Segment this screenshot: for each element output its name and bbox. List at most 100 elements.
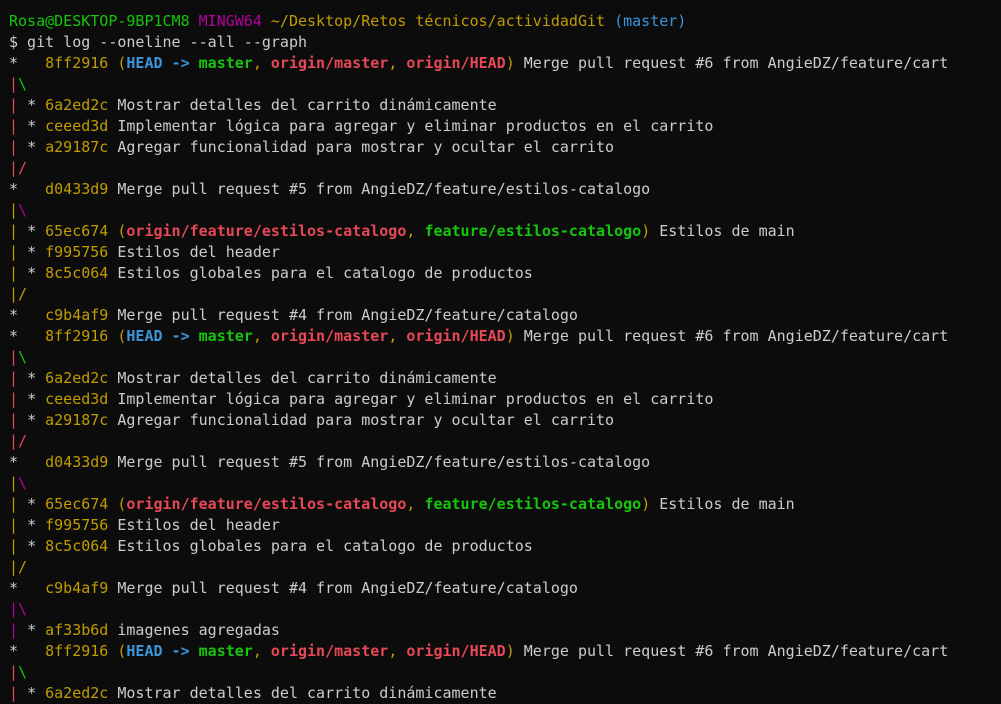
log-graph-line: |\ bbox=[0, 74, 1001, 95]
log-commit-line: * 8ff2916 (HEAD -> master, origin/master… bbox=[0, 53, 1001, 74]
ref-close-paren: ) bbox=[505, 642, 515, 660]
commit-hash: ceeed3d bbox=[45, 117, 109, 135]
log-commit-line: | * a29187c Agregar funcionalidad para m… bbox=[0, 137, 1001, 158]
log-commit-line: * 8ff2916 (HEAD -> master, origin/master… bbox=[0, 326, 1001, 347]
terminal-window[interactable]: Rosa@DESKTOP-9BP1CM8 MINGW64 ~/Desktop/R… bbox=[0, 0, 1001, 704]
graph-segment: \ bbox=[18, 663, 28, 681]
graph-segment: * bbox=[27, 516, 46, 534]
ref-label: -> bbox=[162, 642, 199, 660]
graph-segment: \ bbox=[18, 201, 28, 219]
log-graph-line: |\ bbox=[0, 599, 1001, 620]
commit-message: imagenes agregadas bbox=[117, 621, 280, 639]
commit-message: Implementar lógica para agregar y elimin… bbox=[117, 117, 714, 135]
commit-message: Mostrar detalles del carrito dinámicamen… bbox=[117, 96, 497, 114]
prompt-user-host: Rosa@DESKTOP-9BP1CM8 bbox=[9, 12, 190, 30]
log-commit-line: * c9b4af9 Merge pull request #4 from Ang… bbox=[0, 578, 1001, 599]
ref-label: , bbox=[252, 642, 271, 660]
graph-segment: * bbox=[27, 264, 46, 282]
ref-label: master bbox=[198, 54, 253, 72]
graph-segment: | bbox=[9, 411, 28, 429]
log-commit-line: * 8ff2916 (HEAD -> master, origin/master… bbox=[0, 641, 1001, 662]
prompt-path: ~/Desktop/Retos técnicos/actividadGit bbox=[270, 12, 606, 30]
log-commit-line: | * 6a2ed2c Mostrar detalles del carrito… bbox=[0, 95, 1001, 116]
ref-label: master bbox=[198, 642, 253, 660]
ref-label: , bbox=[252, 54, 271, 72]
graph-segment: * bbox=[27, 621, 46, 639]
commit-hash: a29187c bbox=[45, 411, 109, 429]
ref-label: origin/master bbox=[270, 54, 389, 72]
commit-hash: 65ec674 bbox=[45, 495, 109, 513]
graph-segment: * bbox=[27, 222, 46, 240]
graph-segment: | bbox=[9, 348, 19, 366]
commit-message: Estilos globales para el catalogo de pro… bbox=[117, 537, 533, 555]
graph-segment: | bbox=[9, 264, 28, 282]
graph-segment: \ bbox=[18, 474, 28, 492]
graph-segment: * bbox=[27, 369, 46, 387]
commit-message: Merge pull request #6 from AngieDZ/featu… bbox=[523, 54, 949, 72]
log-commit-line: | * ceeed3d Implementar lógica para agre… bbox=[0, 116, 1001, 137]
ref-label: origin/feature/estilos-catalogo bbox=[126, 495, 407, 513]
commit-hash: c9b4af9 bbox=[45, 579, 109, 597]
commit-hash: a29187c bbox=[45, 138, 109, 156]
ref-label: -> bbox=[162, 54, 199, 72]
ref-label: HEAD bbox=[126, 642, 163, 660]
commit-message: Estilos del header bbox=[117, 243, 280, 261]
ref-label: , bbox=[388, 327, 407, 345]
graph-segment: | bbox=[9, 495, 28, 513]
ref-label: origin/HEAD bbox=[406, 54, 506, 72]
graph-segment: | bbox=[9, 117, 28, 135]
prompt-system: MINGW64 bbox=[198, 12, 262, 30]
commit-hash: 8c5c064 bbox=[45, 264, 109, 282]
commit-message: Merge pull request #4 from AngieDZ/featu… bbox=[117, 306, 578, 324]
log-graph-line: |\ bbox=[0, 347, 1001, 368]
graph-segment: * bbox=[27, 390, 46, 408]
ref-label: , bbox=[388, 642, 407, 660]
command-line: $ git log --oneline --all --graph bbox=[9, 33, 308, 51]
ref-label: HEAD bbox=[126, 327, 163, 345]
commit-hash: c9b4af9 bbox=[45, 306, 109, 324]
commit-hash: 8c5c064 bbox=[45, 537, 109, 555]
graph-segment: * bbox=[9, 642, 46, 660]
commit-message: Estilos globales para el catalogo de pro… bbox=[117, 264, 533, 282]
ref-label: origin/HEAD bbox=[406, 642, 506, 660]
graph-segment: \ bbox=[18, 75, 28, 93]
graph-segment: * bbox=[9, 327, 46, 345]
log-commit-line: | * 65ec674 (origin/feature/estilos-cata… bbox=[0, 494, 1001, 515]
commit-message: Agregar funcionalidad para mostrar y ocu… bbox=[117, 138, 615, 156]
log-graph-line: |/ bbox=[0, 431, 1001, 452]
graph-segment: | bbox=[9, 222, 28, 240]
graph-segment: / bbox=[18, 159, 28, 177]
ref-label: master bbox=[198, 327, 253, 345]
ref-close-paren: ) bbox=[505, 327, 515, 345]
log-commit-line: | * f995756 Estilos del header bbox=[0, 515, 1001, 536]
log-graph-line: |/ bbox=[0, 557, 1001, 578]
ref-label: origin/feature/estilos-catalogo bbox=[126, 222, 407, 240]
graph-segment: / bbox=[18, 285, 28, 303]
log-commit-line: * d0433d9 Merge pull request #5 from Ang… bbox=[0, 179, 1001, 200]
log-commit-line: * d0433d9 Merge pull request #5 from Ang… bbox=[0, 452, 1001, 473]
prompt-branch: (master) bbox=[614, 12, 687, 30]
commit-hash: af33b6d bbox=[45, 621, 109, 639]
log-commit-line: | * ceeed3d Implementar lógica para agre… bbox=[0, 389, 1001, 410]
commit-hash: 6a2ed2c bbox=[45, 684, 109, 702]
graph-segment: * bbox=[9, 54, 46, 72]
ref-label: -> bbox=[162, 327, 199, 345]
log-graph-line: |\ bbox=[0, 473, 1001, 494]
prompt-line: Rosa@DESKTOP-9BP1CM8 MINGW64 ~/Desktop/R… bbox=[0, 11, 1001, 32]
graph-segment: * bbox=[27, 243, 46, 261]
graph-segment: | bbox=[9, 432, 19, 450]
graph-segment: | bbox=[9, 285, 19, 303]
log-graph-line: |\ bbox=[0, 662, 1001, 683]
commit-message: Merge pull request #6 from AngieDZ/featu… bbox=[523, 642, 949, 660]
log-graph-line: |/ bbox=[0, 158, 1001, 179]
commit-hash: 8ff2916 bbox=[45, 642, 109, 660]
ref-label: , bbox=[406, 222, 425, 240]
commit-hash: f995756 bbox=[45, 243, 109, 261]
commit-hash: ceeed3d bbox=[45, 390, 109, 408]
graph-segment: * bbox=[27, 495, 46, 513]
commit-hash: f995756 bbox=[45, 516, 109, 534]
ref-label: HEAD bbox=[126, 54, 163, 72]
graph-segment: | bbox=[9, 558, 19, 576]
commit-message: Merge pull request #5 from AngieDZ/featu… bbox=[117, 453, 651, 471]
graph-segment: | bbox=[9, 75, 19, 93]
